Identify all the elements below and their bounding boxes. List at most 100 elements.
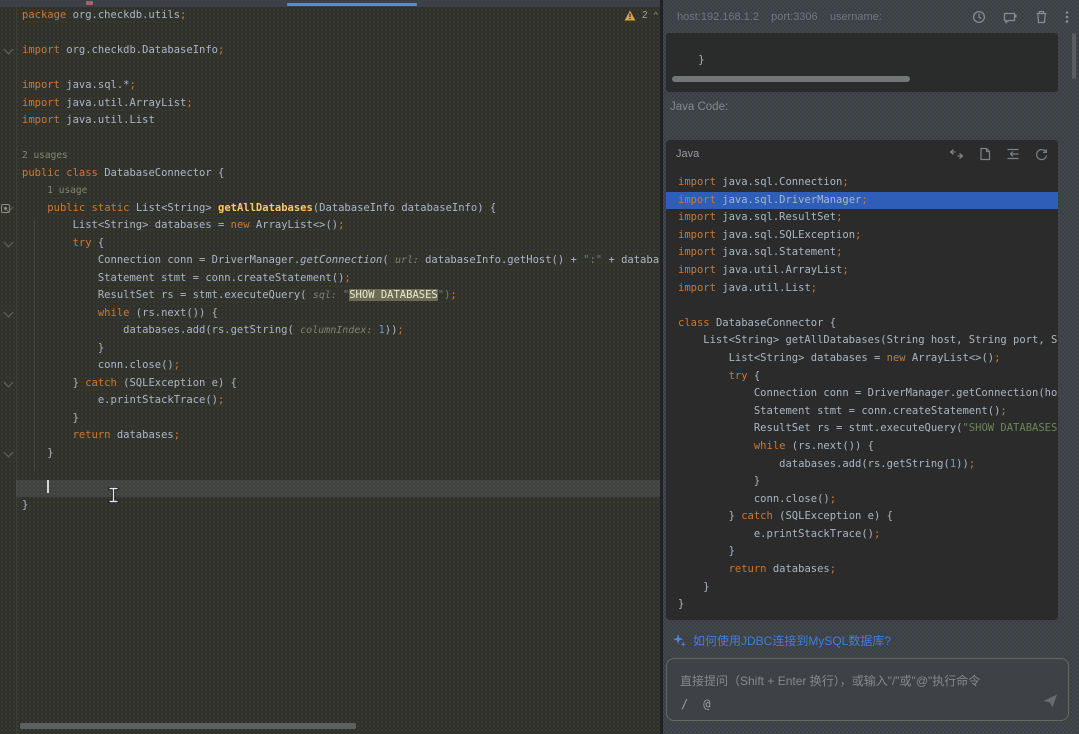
code-line: import java.sql.DriverManager; xyxy=(666,192,1058,210)
code-line: } xyxy=(678,579,1058,597)
fold-icon[interactable] xyxy=(4,237,14,247)
code-line xyxy=(22,25,661,43)
editor-horizontal-scrollbar[interactable] xyxy=(20,723,356,729)
code-line: } xyxy=(678,473,1058,491)
answer-code[interactable]: import java.sql.Connection;import java.s… xyxy=(666,168,1058,620)
tab-file-icon xyxy=(86,1,93,5)
assistant-header-actions xyxy=(972,10,1069,24)
code-line: import java.sql.*; xyxy=(22,77,661,95)
inspection-widget[interactable]: 2 ^ v xyxy=(624,10,661,21)
code-line xyxy=(678,297,1058,315)
code-line: import org.checkdb.DatabaseInfo; xyxy=(22,42,661,60)
ai-assistant-panel: host:192.168.1.2 port:3306 username: } J… xyxy=(663,0,1079,734)
code-line: public class DatabaseConnector { xyxy=(22,165,661,183)
warning-icon xyxy=(624,10,636,21)
chat-input-box[interactable]: 直接提问（Shift + Enter 换行），或输入"/"或"@"执行命令 / … xyxy=(666,658,1069,721)
delete-icon[interactable] xyxy=(1035,10,1048,24)
conversation-context-text: host:192.168.1.2 port:3306 username: xyxy=(677,11,972,23)
fold-icon[interactable] xyxy=(4,447,14,457)
editor-gutter[interactable] xyxy=(0,7,16,734)
code-line: e.printStackTrace(); xyxy=(678,526,1058,544)
history-icon[interactable] xyxy=(972,10,986,24)
editor-tab-bar xyxy=(0,0,661,7)
code-line: while (rs.next()) { xyxy=(22,305,661,323)
code-line: } catch (SQLException e) { xyxy=(678,508,1058,526)
code-line: 1 usage xyxy=(22,182,661,200)
history-code-text: } xyxy=(698,54,704,66)
slash-command-button[interactable]: / xyxy=(681,697,688,711)
code-block-actions xyxy=(949,147,1048,161)
code-line: } xyxy=(22,340,661,358)
history-horizontal-scrollbar[interactable] xyxy=(672,76,910,82)
code-line: import java.sql.Connection; xyxy=(678,174,1058,192)
code-line: } catch (SQLException e) { xyxy=(22,375,661,393)
warning-count: 2 xyxy=(642,10,648,21)
more-icon[interactable] xyxy=(1065,10,1069,24)
code-line xyxy=(22,462,661,480)
code-line xyxy=(16,480,661,498)
fold-icon[interactable] xyxy=(4,45,14,55)
code-language-label: Java xyxy=(676,148,949,160)
refresh-icon[interactable] xyxy=(1035,148,1048,161)
code-line: import java.util.ArrayList; xyxy=(22,95,661,113)
fold-icon[interactable] xyxy=(4,307,14,317)
previous-message-code-block[interactable]: } xyxy=(666,33,1058,92)
code-line: Statement stmt = conn.createStatement(); xyxy=(22,270,661,288)
sparkle-icon xyxy=(673,634,686,647)
java-code-label: Java Code: xyxy=(670,101,728,113)
code-line: } xyxy=(22,410,661,428)
code-line: import java.sql.Statement; xyxy=(678,244,1058,262)
code-line: 2 usages xyxy=(22,147,661,165)
code-line: Connection conn = DriverManager.getConne… xyxy=(22,252,661,270)
code-line: while (rs.next()) { xyxy=(678,438,1058,456)
code-line: try { xyxy=(678,368,1058,386)
code-line: } xyxy=(678,596,1058,614)
code-line: Connection conn = DriverManager.getConne… xyxy=(678,385,1058,403)
code-block-header: Java xyxy=(666,140,1058,168)
suggested-question-link[interactable]: 如何使用JDBC连接到MySQL数据库? xyxy=(673,632,891,649)
insert-icon[interactable] xyxy=(1006,148,1020,160)
code-line: Statement stmt = conn.createStatement(); xyxy=(678,403,1058,421)
code-line: List<String> databases = new ArrayList<>… xyxy=(22,217,661,235)
code-line: import java.sql.SQLException; xyxy=(678,227,1058,245)
panel-vertical-scrollbar[interactable] xyxy=(1072,33,1076,79)
code-line: return databases; xyxy=(22,427,661,445)
code-line: } xyxy=(22,497,661,515)
code-line: } xyxy=(22,445,661,463)
diff-icon[interactable] xyxy=(949,148,964,160)
answer-code-block: Java import java.sql.Connection;import j… xyxy=(666,140,1058,620)
code-line: import java.util.List; xyxy=(678,280,1058,298)
gutter-separator xyxy=(16,7,17,734)
app-window: { "colors": { "accent_blue": "#2e5eb8", … xyxy=(0,0,1079,734)
code-line: List<String> databases = new ArrayList<>… xyxy=(678,350,1058,368)
suggested-question-text: 如何使用JDBC连接到MySQL数据库? xyxy=(693,632,891,649)
method-gutter-icon[interactable] xyxy=(1,204,10,213)
code-line: conn.close(); xyxy=(678,491,1058,509)
assistant-header: host:192.168.1.2 port:3306 username: xyxy=(663,0,1079,28)
chat-input-placeholder: 直接提问（Shift + Enter 换行），或输入"/"或"@"执行命令 xyxy=(680,672,980,689)
new-chat-icon[interactable] xyxy=(1003,11,1018,24)
code-line: return databases; xyxy=(678,561,1058,579)
code-editor-pane: package org.checkdb.utils; import org.che… xyxy=(0,0,661,734)
code-line: import java.sql.ResultSet; xyxy=(678,209,1058,227)
code-line: import java.util.List xyxy=(22,112,661,130)
code-line xyxy=(22,130,661,148)
code-line: conn.close(); xyxy=(22,357,661,375)
editor-code[interactable]: package org.checkdb.utils; import org.che… xyxy=(22,7,661,515)
code-line xyxy=(22,60,661,78)
code-line: ResultSet rs = stmt.executeQuery( sql: "… xyxy=(22,287,661,305)
code-line: public static List<String> getAllDatabas… xyxy=(22,200,661,218)
active-tab-indicator xyxy=(287,3,417,6)
code-line: } xyxy=(678,543,1058,561)
fold-icon[interactable] xyxy=(4,377,14,387)
code-line: List<String> getAllDatabases(String host… xyxy=(678,332,1058,350)
editor-body[interactable]: package org.checkdb.utils; import org.che… xyxy=(0,7,661,734)
code-line: try { xyxy=(22,235,661,253)
code-line: package org.checkdb.utils; xyxy=(22,7,661,25)
send-icon[interactable] xyxy=(1043,694,1058,713)
copy-icon[interactable] xyxy=(979,147,991,161)
prev-warning-button[interactable]: ^ xyxy=(654,11,658,20)
code-line: databases.add(rs.getString(1)); xyxy=(678,456,1058,474)
at-command-button[interactable]: @ xyxy=(703,697,710,711)
code-line: ResultSet rs = stmt.executeQuery("SHOW D… xyxy=(678,420,1058,438)
